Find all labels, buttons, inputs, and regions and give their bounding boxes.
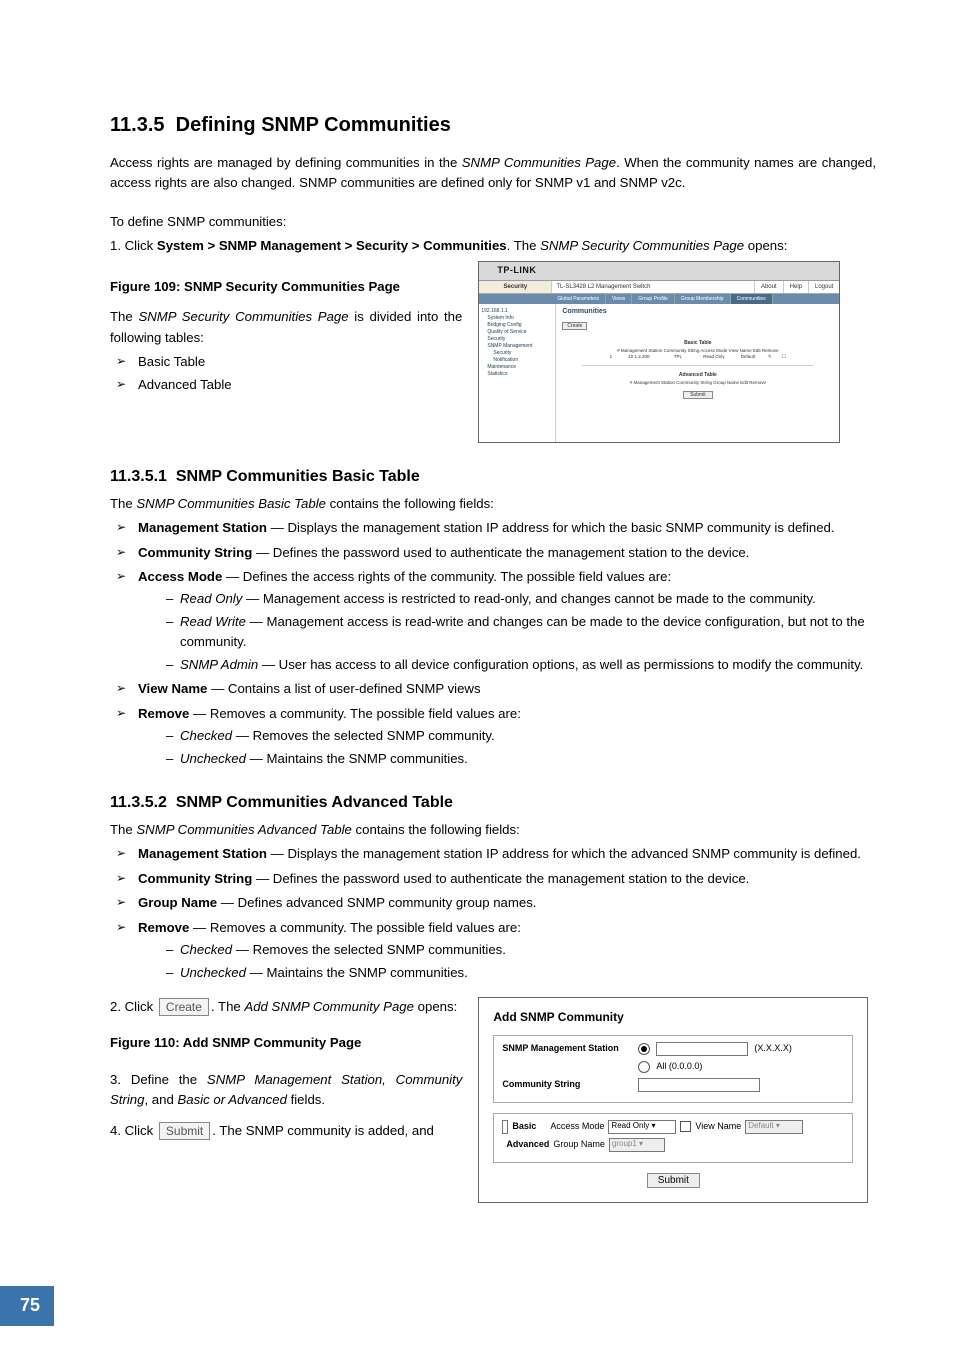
- am-select[interactable]: Read Only ▾: [608, 1120, 676, 1134]
- intro-paragraph: Access rights are managed by defining co…: [110, 153, 876, 194]
- figure-110-caption: Figure 110: Add SNMP Community Page: [110, 1033, 462, 1053]
- create-button[interactable]: Create: [562, 322, 587, 330]
- ms-ip-input[interactable]: [656, 1042, 748, 1056]
- figure-110: Add SNMP Community SNMP Management Stati…: [478, 997, 868, 1203]
- edit-icon: ✎: [765, 354, 775, 359]
- opt-unchecked: Unchecked — Maintains the SNMP communiti…: [166, 749, 876, 769]
- advanced-table-title: Advanced Table: [562, 372, 833, 378]
- tab-communities[interactable]: Communities: [731, 294, 773, 304]
- vn-label: View Name: [695, 1120, 741, 1134]
- logout-link[interactable]: Logout: [808, 281, 839, 293]
- step-3: 3. Define the SNMP Management Station, C…: [110, 1070, 462, 1111]
- nav-tree[interactable]: 192.168.1.1 System Info Bridging Config …: [479, 304, 556, 442]
- divided-text: The SNMP Security Communities Page is di…: [110, 307, 462, 348]
- panel-title: Security: [479, 281, 552, 293]
- submit-inline-button[interactable]: Submit: [159, 1122, 210, 1140]
- adv-field-remove: Remove — Removes a community. The possib…: [110, 918, 876, 983]
- step-4: 4. Click Submit. The SNMP community is a…: [110, 1121, 462, 1141]
- figure-109: TP-LINK Security TL-SL3428 L2 Management…: [478, 261, 840, 443]
- remove-checkbox: ☐: [779, 354, 789, 359]
- cs-label: Community String: [502, 1078, 632, 1092]
- basic-table-title: Basic Table: [562, 340, 833, 346]
- ms-all-label: All (0.0.0.0): [656, 1060, 702, 1074]
- field-community-string: Community String — Defines the password …: [110, 543, 876, 563]
- intro-lead: To define SNMP communities:: [110, 212, 876, 232]
- basic-table-row: 1 10.1.2.200 TPL Read Only Default ✎ ☐: [562, 354, 833, 359]
- tplink-logo: TP-LINK: [497, 265, 536, 276]
- cs-input[interactable]: [638, 1078, 760, 1092]
- ms-label: SNMP Management Station: [502, 1042, 632, 1056]
- figure-109-caption: Figure 109: SNMP Security Communities Pa…: [110, 277, 462, 297]
- adv-opt-unchecked: Unchecked — Maintains the SNMP communiti…: [166, 963, 876, 983]
- page-number: 75: [0, 1286, 54, 1326]
- help-link[interactable]: Help: [783, 281, 808, 293]
- add-submit-button[interactable]: Submit: [647, 1173, 700, 1188]
- vn-checkbox[interactable]: [680, 1121, 691, 1132]
- gn-label: Group Name: [553, 1138, 605, 1152]
- adv-opt-checked: Checked — Removes the selected SNMP comm…: [166, 940, 876, 960]
- basic-label: Basic: [512, 1120, 536, 1134]
- advanced-label: Advanced: [506, 1138, 549, 1152]
- opt-read-write: Read Write — Management access is read-w…: [166, 612, 876, 653]
- tab-group-profile[interactable]: Group Profile: [632, 294, 674, 304]
- tables-item-advanced: Advanced Table: [110, 375, 462, 395]
- field-management-station: Management Station — Displays the manage…: [110, 518, 876, 538]
- field-access-mode: Access Mode — Defines the access rights …: [110, 567, 876, 675]
- tab-group-membership[interactable]: Group Membership: [675, 294, 731, 304]
- field-remove: Remove — Removes a community. The possib…: [110, 704, 876, 769]
- gn-select[interactable]: group1 ▾: [609, 1138, 665, 1152]
- tab-global[interactable]: Global Parameters: [551, 294, 606, 304]
- opt-snmp-admin: SNMP Admin — User has access to all devi…: [166, 655, 876, 675]
- ms-radio-specific[interactable]: [638, 1043, 650, 1055]
- ms-radio-all[interactable]: [638, 1061, 650, 1073]
- basic-radio[interactable]: [502, 1120, 508, 1134]
- section-heading: 11.3.5 Defining SNMP Communities: [110, 110, 876, 141]
- opt-read-only: Read Only — Management access is restric…: [166, 589, 876, 609]
- tab-views[interactable]: Views: [606, 294, 632, 304]
- device-name: TL-SL3428 L2 Management Switch: [552, 281, 754, 293]
- field-view-name: View Name — Contains a list of user-defi…: [110, 679, 876, 699]
- adv-field-management-station: Management Station — Displays the manage…: [110, 844, 876, 864]
- adv-field-group-name: Group Name — Defines advanced SNMP commu…: [110, 893, 876, 913]
- step-1: 1. Click System > SNMP Management > Secu…: [110, 236, 876, 256]
- create-inline-button[interactable]: Create: [159, 998, 209, 1016]
- advanced-table-head: # Management Station Community String Gr…: [562, 380, 833, 385]
- adv-field-community-string: Community String — Defines the password …: [110, 869, 876, 889]
- step-2: 2. Click Create. The Add SNMP Community …: [110, 997, 462, 1017]
- subsection-basic-heading: 11.3.5.1 SNMP Communities Basic Table: [110, 465, 876, 490]
- add-community-title: Add SNMP Community: [493, 1008, 853, 1027]
- submit-button[interactable]: Submit: [683, 391, 713, 399]
- subsection-advanced-heading: 11.3.5.2 SNMP Communities Advanced Table: [110, 791, 876, 816]
- basic-lead: The SNMP Communities Basic Table contain…: [110, 494, 876, 514]
- communities-heading: Communities: [562, 308, 833, 316]
- about-link[interactable]: About: [754, 281, 783, 293]
- am-label: Access Mode: [550, 1120, 604, 1134]
- vn-select[interactable]: Default ▾: [745, 1120, 803, 1134]
- advanced-lead: The SNMP Communities Advanced Table cont…: [110, 820, 876, 840]
- ms-mask-hint: (X.X.X.X): [754, 1042, 792, 1056]
- tables-item-basic: Basic Table: [110, 352, 462, 372]
- opt-checked: Checked — Removes the selected SNMP comm…: [166, 726, 876, 746]
